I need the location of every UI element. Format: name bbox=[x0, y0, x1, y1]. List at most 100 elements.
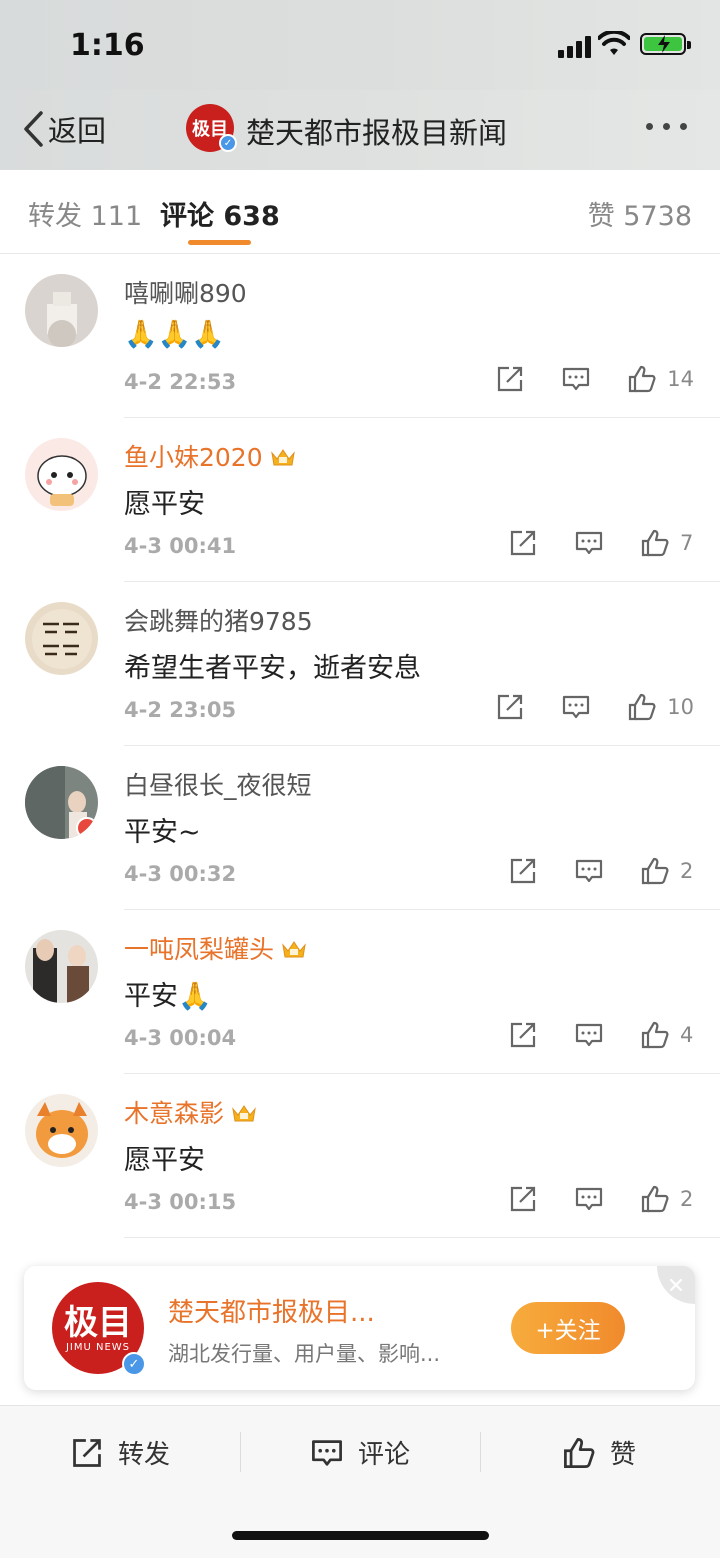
reply-icon[interactable] bbox=[574, 856, 604, 886]
comment-text: 愿平安 bbox=[124, 1145, 205, 1176]
comment-username[interactable]: 木意森影 bbox=[124, 1094, 258, 1130]
comment-list: 嘻唰唰890 🙏🙏🙏 4-2 22:53 14 鱼小妹2020 愿平安 4-3 … bbox=[0, 254, 720, 1238]
signal-icon bbox=[558, 36, 592, 58]
comment-actions: 4 bbox=[508, 1020, 694, 1050]
comment-item: 鱼小妹2020 愿平安 4-3 00:41 7 bbox=[0, 418, 720, 582]
vip-crown-icon bbox=[232, 1105, 256, 1122]
page-title[interactable]: 楚天都市报极目新闻 bbox=[246, 110, 507, 152]
comment-actions: 2 bbox=[508, 1184, 694, 1214]
comment-item: 嘻唰唰890 🙏🙏🙏 4-2 22:53 14 bbox=[0, 254, 720, 418]
comment-label: 评论 bbox=[358, 1440, 411, 1470]
reply-icon[interactable] bbox=[574, 528, 604, 558]
like-button[interactable]: 赞 bbox=[562, 1434, 636, 1471]
verified-icon: ✓ bbox=[122, 1352, 146, 1376]
avatar[interactable] bbox=[25, 438, 98, 511]
like-icon[interactable] bbox=[640, 1184, 670, 1214]
like-count: 2 bbox=[680, 1187, 694, 1211]
comment-text: 愿平安 bbox=[124, 489, 205, 520]
logo-subtext: JIMU NEWS bbox=[65, 1341, 131, 1353]
comment-time: 4-3 00:15 bbox=[124, 1190, 237, 1214]
active-tab-indicator bbox=[188, 240, 251, 245]
tab-bar: 转发 111 评论 638 赞 5738 bbox=[0, 170, 720, 254]
verified-icon: ✓ bbox=[219, 134, 237, 152]
repost-label: 转发 bbox=[118, 1440, 171, 1470]
comment-item: 一吨凤梨罐头 平安🙏 4-3 00:04 4 bbox=[0, 910, 720, 1074]
comment-text: 平安🙏 bbox=[124, 981, 212, 1012]
vip-crown-icon bbox=[282, 941, 306, 958]
avatar[interactable] bbox=[25, 766, 98, 839]
comment-icon bbox=[312, 1439, 342, 1466]
share-icon[interactable] bbox=[495, 364, 525, 394]
nav-bar: 返回 极目 ✓ 楚天都市报极目新闻 bbox=[0, 90, 720, 170]
avatar[interactable] bbox=[25, 930, 98, 1003]
reply-icon[interactable] bbox=[574, 1184, 604, 1214]
comment-time: 4-2 23:05 bbox=[124, 698, 237, 722]
back-label: 返回 bbox=[48, 114, 107, 148]
comment-text: 🙏🙏🙏 bbox=[124, 319, 225, 350]
comment-text: 平安~ bbox=[124, 817, 201, 848]
comment-username[interactable]: 鱼小妹2020 bbox=[124, 438, 297, 474]
reply-icon[interactable] bbox=[574, 1020, 604, 1050]
close-icon[interactable] bbox=[657, 1266, 695, 1304]
logo-text: 极目 bbox=[64, 1302, 132, 1343]
card-account-name[interactable]: 楚天都市报极目... bbox=[168, 1292, 375, 1329]
repost-button[interactable]: 转发 bbox=[70, 1434, 170, 1471]
separator bbox=[240, 1432, 241, 1472]
chevron-left-icon bbox=[24, 111, 43, 147]
comment-actions: 2 bbox=[508, 856, 694, 886]
follow-suggestion-card[interactable]: 极目 JIMU NEWS ✓ 楚天都市报极目... 湖北发行量、用户量、影响..… bbox=[24, 1266, 695, 1390]
avatar[interactable] bbox=[25, 274, 98, 347]
comment-item: 木意森影 愿平安 4-3 00:15 2 bbox=[0, 1074, 720, 1238]
more-icon[interactable] bbox=[646, 123, 687, 130]
like-count: 7 bbox=[680, 531, 694, 555]
comment-item: 会跳舞的猪9785 希望生者平安，逝者安息 4-2 23:05 10 bbox=[0, 582, 720, 746]
comment-time: 4-3 00:04 bbox=[124, 1026, 237, 1050]
like-icon[interactable] bbox=[627, 364, 657, 394]
tab-reposts[interactable]: 转发 111 bbox=[28, 194, 142, 233]
comment-time: 4-2 22:53 bbox=[124, 370, 237, 394]
comment-time: 4-3 00:32 bbox=[124, 862, 237, 886]
home-indicator[interactable] bbox=[232, 1531, 489, 1540]
comment-button[interactable]: 评论 bbox=[310, 1434, 410, 1471]
comment-username[interactable]: 一吨凤梨罐头 bbox=[124, 930, 308, 966]
share-icon[interactable] bbox=[508, 1020, 538, 1050]
like-icon[interactable] bbox=[627, 692, 657, 722]
like-icon[interactable] bbox=[640, 528, 670, 558]
share-icon[interactable] bbox=[508, 1184, 538, 1214]
comment-text: 希望生者平安，逝者安息 bbox=[124, 653, 421, 684]
avatar[interactable] bbox=[25, 602, 98, 675]
back-button[interactable]: 返回 bbox=[22, 108, 106, 150]
reply-icon[interactable] bbox=[561, 692, 591, 722]
share-icon[interactable] bbox=[495, 692, 525, 722]
share-icon[interactable] bbox=[508, 856, 538, 886]
like-icon[interactable] bbox=[640, 856, 670, 886]
tab-likes[interactable]: 赞 5738 bbox=[588, 194, 692, 233]
like-count: 2 bbox=[680, 859, 694, 883]
follow-button[interactable]: +关注 bbox=[511, 1302, 625, 1354]
separator bbox=[480, 1432, 481, 1472]
like-count: 14 bbox=[667, 367, 694, 391]
comment-actions: 14 bbox=[495, 364, 694, 394]
status-time: 1:16 bbox=[70, 28, 145, 63]
wifi-icon bbox=[598, 31, 630, 55]
card-description: 湖北发行量、用户量、影响... bbox=[168, 1342, 441, 1366]
share-icon[interactable] bbox=[508, 528, 538, 558]
like-label: 赞 bbox=[610, 1440, 637, 1470]
comment-actions: 10 bbox=[495, 692, 694, 722]
divider bbox=[124, 1237, 720, 1238]
comment-username[interactable]: 白昼很长_夜很短 bbox=[124, 766, 312, 802]
like-count: 4 bbox=[680, 1023, 694, 1047]
comment-time: 4-3 00:41 bbox=[124, 534, 237, 558]
tab-comments[interactable]: 评论 638 bbox=[160, 194, 280, 233]
status-bar: 1:16 bbox=[0, 0, 720, 90]
like-icon bbox=[564, 1437, 595, 1468]
reply-icon[interactable] bbox=[561, 364, 591, 394]
comment-actions: 7 bbox=[508, 528, 694, 558]
avatar[interactable] bbox=[25, 1094, 98, 1167]
battery-icon bbox=[640, 33, 691, 55]
like-icon[interactable] bbox=[640, 1020, 670, 1050]
comment-item: 白昼很长_夜很短 平安~ 4-3 00:32 2 bbox=[0, 746, 720, 910]
comment-username[interactable]: 嘻唰唰890 bbox=[124, 274, 247, 310]
like-count: 10 bbox=[667, 695, 694, 719]
comment-username[interactable]: 会跳舞的猪9785 bbox=[124, 602, 313, 638]
